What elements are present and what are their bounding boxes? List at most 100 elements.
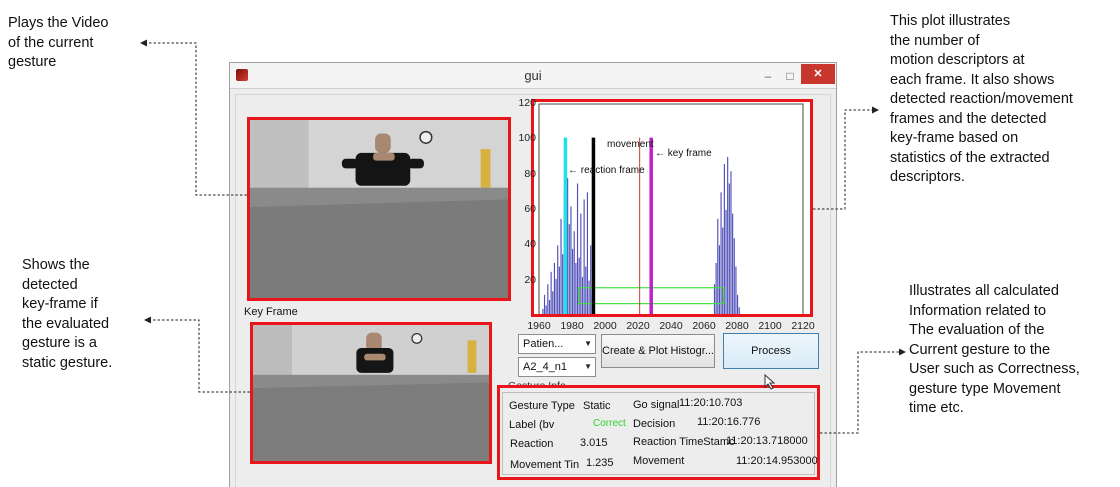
movement-time-value: 1.235 xyxy=(586,457,614,469)
callout-plot: This plot illustrates the number of moti… xyxy=(890,13,1073,185)
histogram-bar xyxy=(738,307,740,314)
y-tick-label: 120 xyxy=(518,97,536,109)
histogram-bar xyxy=(547,284,549,314)
process-button[interactable]: Process xyxy=(723,333,819,369)
label-label: Label (bv xyxy=(509,419,555,431)
title-bar[interactable]: gui – □ ✕ xyxy=(230,63,836,89)
reaction-timestamp-label: Reaction TimeStamc xyxy=(633,436,735,448)
movement-value: 11:20:14.953000 xyxy=(736,455,818,467)
chevron-down-icon: ▼ xyxy=(584,362,592,371)
histogram-bar xyxy=(586,192,589,314)
histogram-bar xyxy=(567,178,569,314)
histogram-bar xyxy=(573,231,575,314)
x-tick-label: 2100 xyxy=(758,320,782,332)
histogram-bar xyxy=(575,263,577,314)
x-tick-label: 2120 xyxy=(791,320,815,332)
motion-descriptor-plot xyxy=(531,99,813,317)
histogram-bar xyxy=(543,294,546,314)
histogram-bar xyxy=(713,284,716,314)
key-frame-annotation: ← key frame xyxy=(655,148,712,159)
histogram-bar xyxy=(585,266,587,314)
close-button[interactable]: ✕ xyxy=(801,64,835,84)
video-scene xyxy=(250,120,508,298)
video-player[interactable] xyxy=(247,117,511,301)
histogram-bar xyxy=(730,171,732,314)
histogram-bar xyxy=(717,218,719,314)
histogram-bar xyxy=(558,266,560,314)
gesture-type-value: Static xyxy=(583,400,611,412)
histogram-bar xyxy=(557,245,559,314)
histogram-bar xyxy=(548,300,551,314)
y-tick-label: 80 xyxy=(524,167,536,180)
histogram-bar xyxy=(720,192,722,314)
x-tick-label: 2080 xyxy=(725,320,749,332)
window-title: gui xyxy=(524,68,542,83)
histogram-bar xyxy=(552,291,554,314)
chevron-down-icon: ▼ xyxy=(584,339,592,348)
reaction-value: 3.015 xyxy=(580,437,608,449)
histogram-bar xyxy=(733,238,735,314)
histogram-bar xyxy=(727,157,729,314)
histogram-chart xyxy=(538,103,804,314)
movement-label: Movement xyxy=(633,455,685,467)
histogram-bar xyxy=(553,263,556,314)
x-tick-label: 2060 xyxy=(692,320,716,332)
patient-select[interactable]: Patien... ▼ xyxy=(518,334,596,354)
label-value: Correct xyxy=(593,418,626,429)
patient-select-value: Patien... xyxy=(523,338,564,350)
movement-annotation: movement xyxy=(607,139,654,150)
histogram-bar xyxy=(588,280,590,314)
plot-axes-box xyxy=(538,103,804,314)
create-plot-histogram-button[interactable]: Create & Plot Histogr... xyxy=(601,334,715,368)
histogram-bar xyxy=(735,266,737,314)
histogram-bar xyxy=(572,248,574,314)
go-signal-label: Go signal xyxy=(633,399,680,411)
histogram-bar xyxy=(542,308,544,314)
histogram-bar xyxy=(732,213,734,314)
gesture-select[interactable]: A2_4_n1 ▼ xyxy=(518,357,596,377)
histogram-bar xyxy=(555,278,557,314)
histogram-bar xyxy=(550,271,552,314)
key-frame-scene xyxy=(253,325,489,461)
y-tick-label: 20 xyxy=(524,273,536,286)
callout-video: Plays the Video of the current gesture xyxy=(8,15,109,70)
histogram-bar xyxy=(570,206,572,314)
gesture-type-label: Gesture Type xyxy=(509,400,575,412)
histogram-bar xyxy=(560,218,562,314)
reaction-timestamp-value: 11:20:13.718000 xyxy=(726,435,808,447)
decision-value: 11:20:16.776 xyxy=(697,416,761,428)
histogram-bar xyxy=(581,277,584,314)
histogram-bar xyxy=(722,227,724,314)
callout-keyframe: Shows the detected key-frame if the eval… xyxy=(22,257,113,371)
histogram-bar xyxy=(580,213,582,314)
decision-label: Decision xyxy=(633,418,676,430)
histogram-bar xyxy=(725,210,727,314)
callout-info: Illustrates all calculated Information r… xyxy=(909,283,1080,416)
histogram-bar xyxy=(728,183,730,314)
y-tick-label: 40 xyxy=(524,238,536,251)
minimize-button[interactable]: – xyxy=(757,66,779,86)
x-tick-label: 2040 xyxy=(659,320,683,332)
go-signal-value: 11:20:10.703 xyxy=(679,397,743,409)
reaction-frame-annotation: ← reaction frame xyxy=(568,165,645,176)
maximize-button[interactable]: □ xyxy=(779,66,801,86)
x-tick-label: 1960 xyxy=(527,320,551,332)
mouse-cursor-icon xyxy=(764,374,776,390)
histogram-bar xyxy=(576,183,579,314)
histogram-bar xyxy=(737,294,739,314)
y-tick-label: 60 xyxy=(524,203,536,215)
gesture-select-value: A2_4_n1 xyxy=(523,361,568,373)
key-frame-display xyxy=(250,322,492,464)
histogram-bar xyxy=(545,305,547,314)
histogram-bar xyxy=(715,263,717,314)
histogram-bar xyxy=(568,224,570,314)
x-tick-label: 1980 xyxy=(560,320,584,332)
histogram-bar xyxy=(578,257,580,314)
x-tick-label: 2020 xyxy=(626,320,650,332)
reaction-label: Reaction xyxy=(510,438,554,450)
movement-time-label: Movement Tin xyxy=(510,459,580,471)
histogram-bar xyxy=(562,254,564,314)
key-frame-label: Key Frame xyxy=(244,306,298,318)
y-tick-label: 100 xyxy=(518,132,536,145)
x-tick-label: 2000 xyxy=(593,320,617,332)
